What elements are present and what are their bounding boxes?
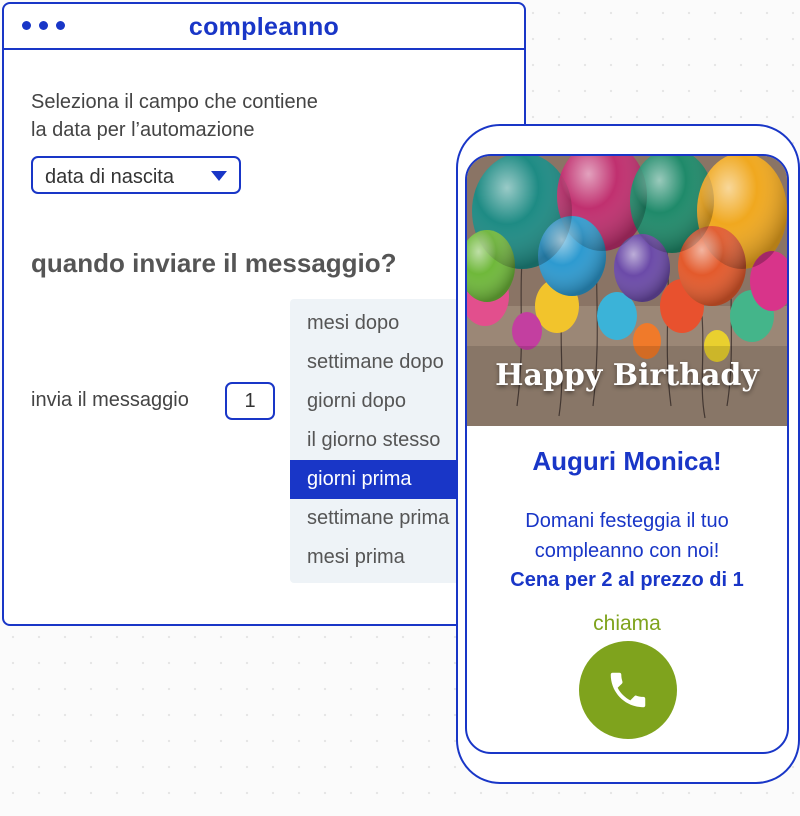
- stage: compleanno Seleziona il campo che contie…: [0, 0, 800, 816]
- date-field-select[interactable]: data di nascita: [31, 156, 241, 194]
- message-line: compleanno con noi!: [534, 540, 720, 562]
- chevron-down-icon: [211, 171, 227, 181]
- date-field-select-value: data di nascita: [45, 166, 174, 188]
- greeting-heading: Auguri Monica!: [532, 446, 722, 476]
- title-bar: compleanno: [4, 4, 524, 50]
- instruction-line: la data per l’automazione: [31, 119, 255, 141]
- timing-question: quando inviare il messaggio?: [31, 248, 397, 278]
- phone-icon: [610, 672, 646, 708]
- call-label: chiama: [593, 612, 661, 635]
- automation-window: compleanno Seleziona il campo che contie…: [2, 2, 526, 626]
- quantity-input[interactable]: 1: [225, 382, 275, 420]
- field-instruction: Seleziona il campo che contiene la data …: [31, 88, 411, 144]
- send-message-label: invia il messaggio: [31, 389, 189, 411]
- instruction-line: Seleziona il campo che contiene: [31, 91, 318, 113]
- phone-screen: Happy Birthady Auguri Monica! Domani fes…: [465, 154, 789, 754]
- call-button[interactable]: [579, 641, 677, 739]
- hero-caption: Happy Birthady: [495, 358, 759, 393]
- window-title: compleanno: [188, 13, 340, 41]
- message-line: Domani festeggia il tuo: [525, 510, 729, 532]
- offer-text: Cena per 2 al prezzo di 1: [510, 569, 744, 591]
- birthday-balloons-image: Happy Birthady: [467, 156, 787, 426]
